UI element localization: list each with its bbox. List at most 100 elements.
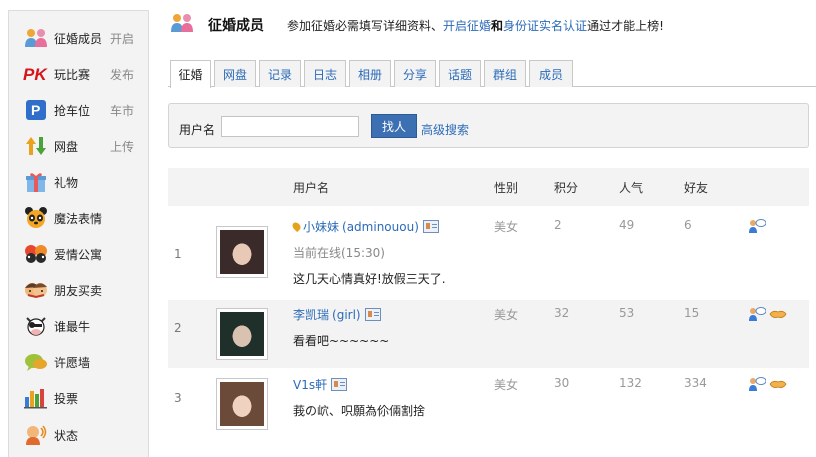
notice-text: 参加征婚必需填写详细资料、 bbox=[287, 19, 444, 33]
friends-trade-icon bbox=[23, 277, 49, 303]
sidebar-item[interactable]: 魔法表情 bbox=[9, 203, 148, 233]
add-friend-icon[interactable] bbox=[769, 376, 787, 392]
notice-and: 和 bbox=[491, 19, 504, 33]
member-gender: 美女 bbox=[494, 308, 519, 322]
username-search-input[interactable] bbox=[221, 116, 359, 137]
table-row: 2 李凯瑞 (girl) 看看吧~~~~~~ 美女 32 53 15 bbox=[168, 300, 809, 368]
svg-text:PK: PK bbox=[23, 65, 48, 84]
sidebar-item-label[interactable]: 礼物 bbox=[54, 174, 78, 191]
avatar[interactable] bbox=[216, 308, 268, 360]
table-row: 1 小妹妹 (adminouou) 当前在线(15:30) 这几天心情真好!放假三天了.… bbox=[168, 207, 809, 298]
tab[interactable]: 征婚 bbox=[170, 60, 211, 88]
avatar-photo bbox=[220, 312, 264, 356]
sidebar-item-label[interactable]: 抢车位 bbox=[54, 102, 90, 119]
status-icon bbox=[23, 422, 49, 448]
member-points: 30 bbox=[554, 376, 570, 390]
sidebar-item[interactable]: 网盘 上传 bbox=[9, 131, 148, 161]
sidebar-item-label[interactable]: 许愿墙 bbox=[54, 354, 90, 371]
search-panel: 用户名 找人 高级搜索 bbox=[168, 103, 809, 148]
sidebar-item-label[interactable]: 玩比赛 bbox=[54, 66, 90, 83]
couple-icon bbox=[170, 12, 194, 34]
sidebar-item-action[interactable]: 开启 bbox=[110, 30, 134, 47]
sidebar-item-label[interactable]: 状态 bbox=[54, 427, 78, 444]
tab[interactable]: 网盘 bbox=[214, 60, 256, 87]
search-label: 用户名 bbox=[179, 123, 216, 137]
member-popularity: 49 bbox=[619, 218, 635, 232]
col-points: 积分 bbox=[554, 181, 579, 195]
cow-icon bbox=[23, 313, 49, 339]
id-card-icon[interactable] bbox=[422, 220, 439, 233]
sidebar-item-label[interactable]: 爱情公寓 bbox=[54, 246, 102, 263]
parking-icon: P bbox=[23, 97, 49, 123]
avatar[interactable] bbox=[216, 378, 268, 430]
avatar[interactable] bbox=[216, 226, 268, 278]
tab[interactable]: 记录 bbox=[259, 60, 301, 87]
sidebar-item[interactable]: 状态 bbox=[9, 420, 148, 450]
find-user-button[interactable]: 找人 bbox=[371, 114, 417, 138]
tab[interactable]: 分享 bbox=[394, 60, 436, 87]
tab[interactable]: 话题 bbox=[439, 60, 481, 87]
sidebar-item[interactable]: 许愿墙 bbox=[9, 347, 148, 377]
open-matchmaking-link[interactable]: 开启征婚 bbox=[443, 19, 491, 33]
sidebar-item[interactable]: 谁最牛 bbox=[9, 311, 148, 341]
sidebar-item-label[interactable]: 投票 bbox=[54, 390, 78, 407]
sidebar-item[interactable]: 投票 bbox=[9, 383, 148, 413]
advanced-search-link[interactable]: 高级搜索 bbox=[421, 121, 469, 138]
member-status-message: 莪の岤、呮願為伱倆割捨 bbox=[293, 404, 426, 418]
id-card-icon[interactable] bbox=[331, 378, 348, 391]
member-gender: 美女 bbox=[494, 378, 519, 392]
sidebar-item[interactable]: 朋友买卖 bbox=[9, 275, 148, 305]
sidebar: 征婚成员 开启 PK 玩比赛 发布 P 抢车位 车市网盘 上传礼物魔法表情爱情公寓朋友买卖谁最牛… bbox=[8, 10, 149, 457]
header-notice: 参加征婚必需填写详细资料、开启征婚和身份证实名认证通过才能上榜! bbox=[287, 17, 664, 34]
sidebar-item-label[interactable]: 魔法表情 bbox=[54, 210, 102, 227]
greet-icon[interactable] bbox=[748, 218, 767, 234]
member-popularity: 132 bbox=[619, 376, 642, 390]
sidebar-item-action[interactable]: 车市 bbox=[110, 102, 134, 119]
online-status: 当前在线(15:30) bbox=[293, 246, 385, 260]
greet-icon[interactable] bbox=[748, 306, 767, 322]
member-name-line: 李凯瑞 (girl) bbox=[293, 306, 381, 323]
member-status-message: 这几天心情真好!放假三天了. bbox=[293, 272, 446, 286]
member-name-link[interactable]: V1s軒 bbox=[293, 378, 327, 392]
member-name-line: 小妹妹 (adminouou) bbox=[290, 218, 439, 235]
member-friends: 15 bbox=[684, 306, 700, 320]
pk-icon: PK bbox=[23, 61, 49, 87]
love-apartment-icon bbox=[23, 241, 49, 267]
sidebar-item-label[interactable]: 朋友买卖 bbox=[54, 282, 102, 299]
page-title: 征婚成员 bbox=[208, 18, 264, 34]
greet-icon[interactable] bbox=[748, 376, 767, 392]
panda-icon bbox=[23, 205, 49, 231]
sidebar-item[interactable]: 征婚成员 开启 bbox=[9, 23, 148, 53]
couple-icon bbox=[23, 25, 49, 51]
id-card-icon[interactable] bbox=[364, 308, 381, 321]
sidebar-item-label[interactable]: 网盘 bbox=[54, 138, 78, 155]
sidebar-item[interactable]: PK 玩比赛 发布 bbox=[9, 59, 148, 89]
notice-suffix: 通过才能上榜! bbox=[587, 19, 664, 33]
sidebar-item[interactable]: 爱情公寓 bbox=[9, 239, 148, 269]
member-uid: (adminouou) bbox=[342, 220, 419, 234]
member-name-link[interactable]: 小妹妹 bbox=[303, 220, 339, 234]
wish-wall-icon bbox=[23, 349, 49, 375]
col-username: 用户名 bbox=[293, 181, 330, 195]
add-friend-icon[interactable] bbox=[769, 306, 787, 322]
sidebar-item-action[interactable]: 上传 bbox=[110, 138, 134, 155]
tab[interactable]: 群组 bbox=[484, 60, 526, 87]
sidebar-item-label[interactable]: 征婚成员 bbox=[54, 30, 102, 47]
col-gender: 性别 bbox=[494, 181, 519, 195]
member-name-link[interactable]: 李凯瑞 bbox=[293, 308, 329, 322]
tab[interactable]: 日志 bbox=[304, 60, 346, 87]
row-index: 2 bbox=[174, 321, 182, 335]
svg-text:P: P bbox=[31, 102, 40, 118]
avatar-photo bbox=[220, 230, 264, 274]
tab[interactable]: 相册 bbox=[349, 60, 391, 87]
sidebar-item-action[interactable]: 发布 bbox=[110, 66, 134, 83]
member-friends: 6 bbox=[684, 218, 692, 232]
table-header: 用户名 性别 积分 人气 好友 bbox=[168, 168, 809, 206]
tab[interactable]: 成员 bbox=[529, 60, 573, 87]
sidebar-item[interactable]: P 抢车位 车市 bbox=[9, 95, 148, 125]
sidebar-item-label[interactable]: 谁最牛 bbox=[54, 318, 90, 335]
sidebar-item[interactable]: 礼物 bbox=[9, 167, 148, 197]
table-row: 3 V1s軒 莪の岤、呮願為伱倆割捨 美女 30 132 334 bbox=[168, 370, 809, 438]
member-name-line: V1s軒 bbox=[293, 376, 348, 393]
id-verification-link[interactable]: 身份证实名认证 bbox=[503, 19, 587, 33]
